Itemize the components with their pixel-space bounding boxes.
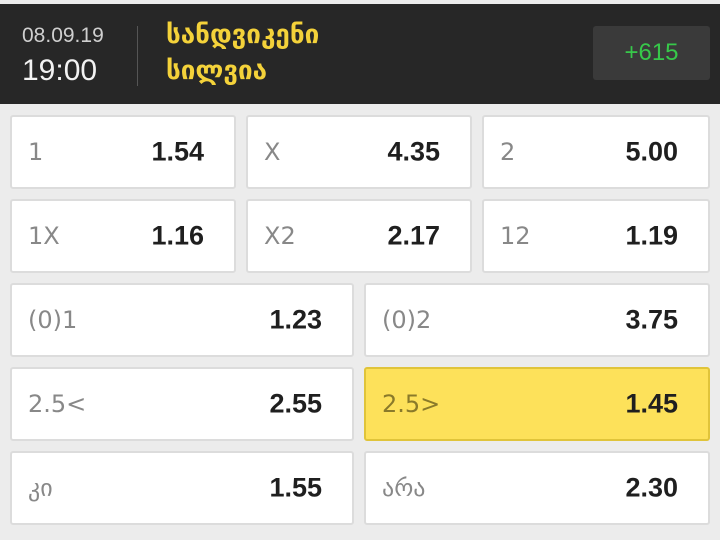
market-label: კი — [28, 474, 53, 502]
market-label: არა — [382, 474, 426, 502]
odd-value: 1.54 — [151, 136, 204, 167]
odd-value: 1.16 — [151, 220, 204, 251]
odd-button-under-2-5[interactable]: 2.5< 2.55 — [10, 367, 354, 441]
odd-button-no[interactable]: არა 2.30 — [364, 451, 710, 525]
market-label: 1 — [28, 138, 44, 166]
market-label: (0)1 — [28, 306, 78, 334]
odd-value: 1.19 — [625, 220, 678, 251]
odd-value: 2.30 — [625, 472, 678, 503]
odd-value: 2.17 — [387, 220, 440, 251]
odd-value: 1.45 — [625, 388, 678, 419]
odd-value: 1.55 — [269, 472, 322, 503]
market-label: 12 — [500, 222, 531, 250]
market-label: X — [264, 138, 281, 166]
market-label: 2.5< — [28, 390, 87, 418]
market-label: 1X — [28, 222, 60, 250]
odd-value: 3.75 — [625, 304, 678, 335]
odd-button-2[interactable]: 2 5.00 — [482, 115, 710, 189]
market-label: X2 — [264, 222, 296, 250]
odd-button-handicap-2[interactable]: (0)2 3.75 — [364, 283, 710, 357]
odd-button-handicap-1[interactable]: (0)1 1.23 — [10, 283, 354, 357]
odd-button-x[interactable]: X 4.35 — [246, 115, 472, 189]
odd-value: 1.23 — [269, 304, 322, 335]
odds-grid: 1 1.54 X 4.35 2 5.00 1X 1.16 X2 2.17 12 … — [0, 0, 720, 540]
market-label: 2 — [500, 138, 516, 166]
odd-value: 5.00 — [625, 136, 678, 167]
market-label: (0)2 — [382, 306, 432, 334]
odd-button-yes[interactable]: კი 1.55 — [10, 451, 354, 525]
market-label: 2.5> — [382, 390, 441, 418]
odd-button-1x[interactable]: 1X 1.16 — [10, 199, 236, 273]
odd-button-x2[interactable]: X2 2.17 — [246, 199, 472, 273]
odd-button-12[interactable]: 12 1.19 — [482, 199, 710, 273]
odd-button-over-2-5[interactable]: 2.5> 1.45 — [364, 367, 710, 441]
odd-value: 2.55 — [269, 388, 322, 419]
odd-button-1[interactable]: 1 1.54 — [10, 115, 236, 189]
odd-value: 4.35 — [387, 136, 440, 167]
